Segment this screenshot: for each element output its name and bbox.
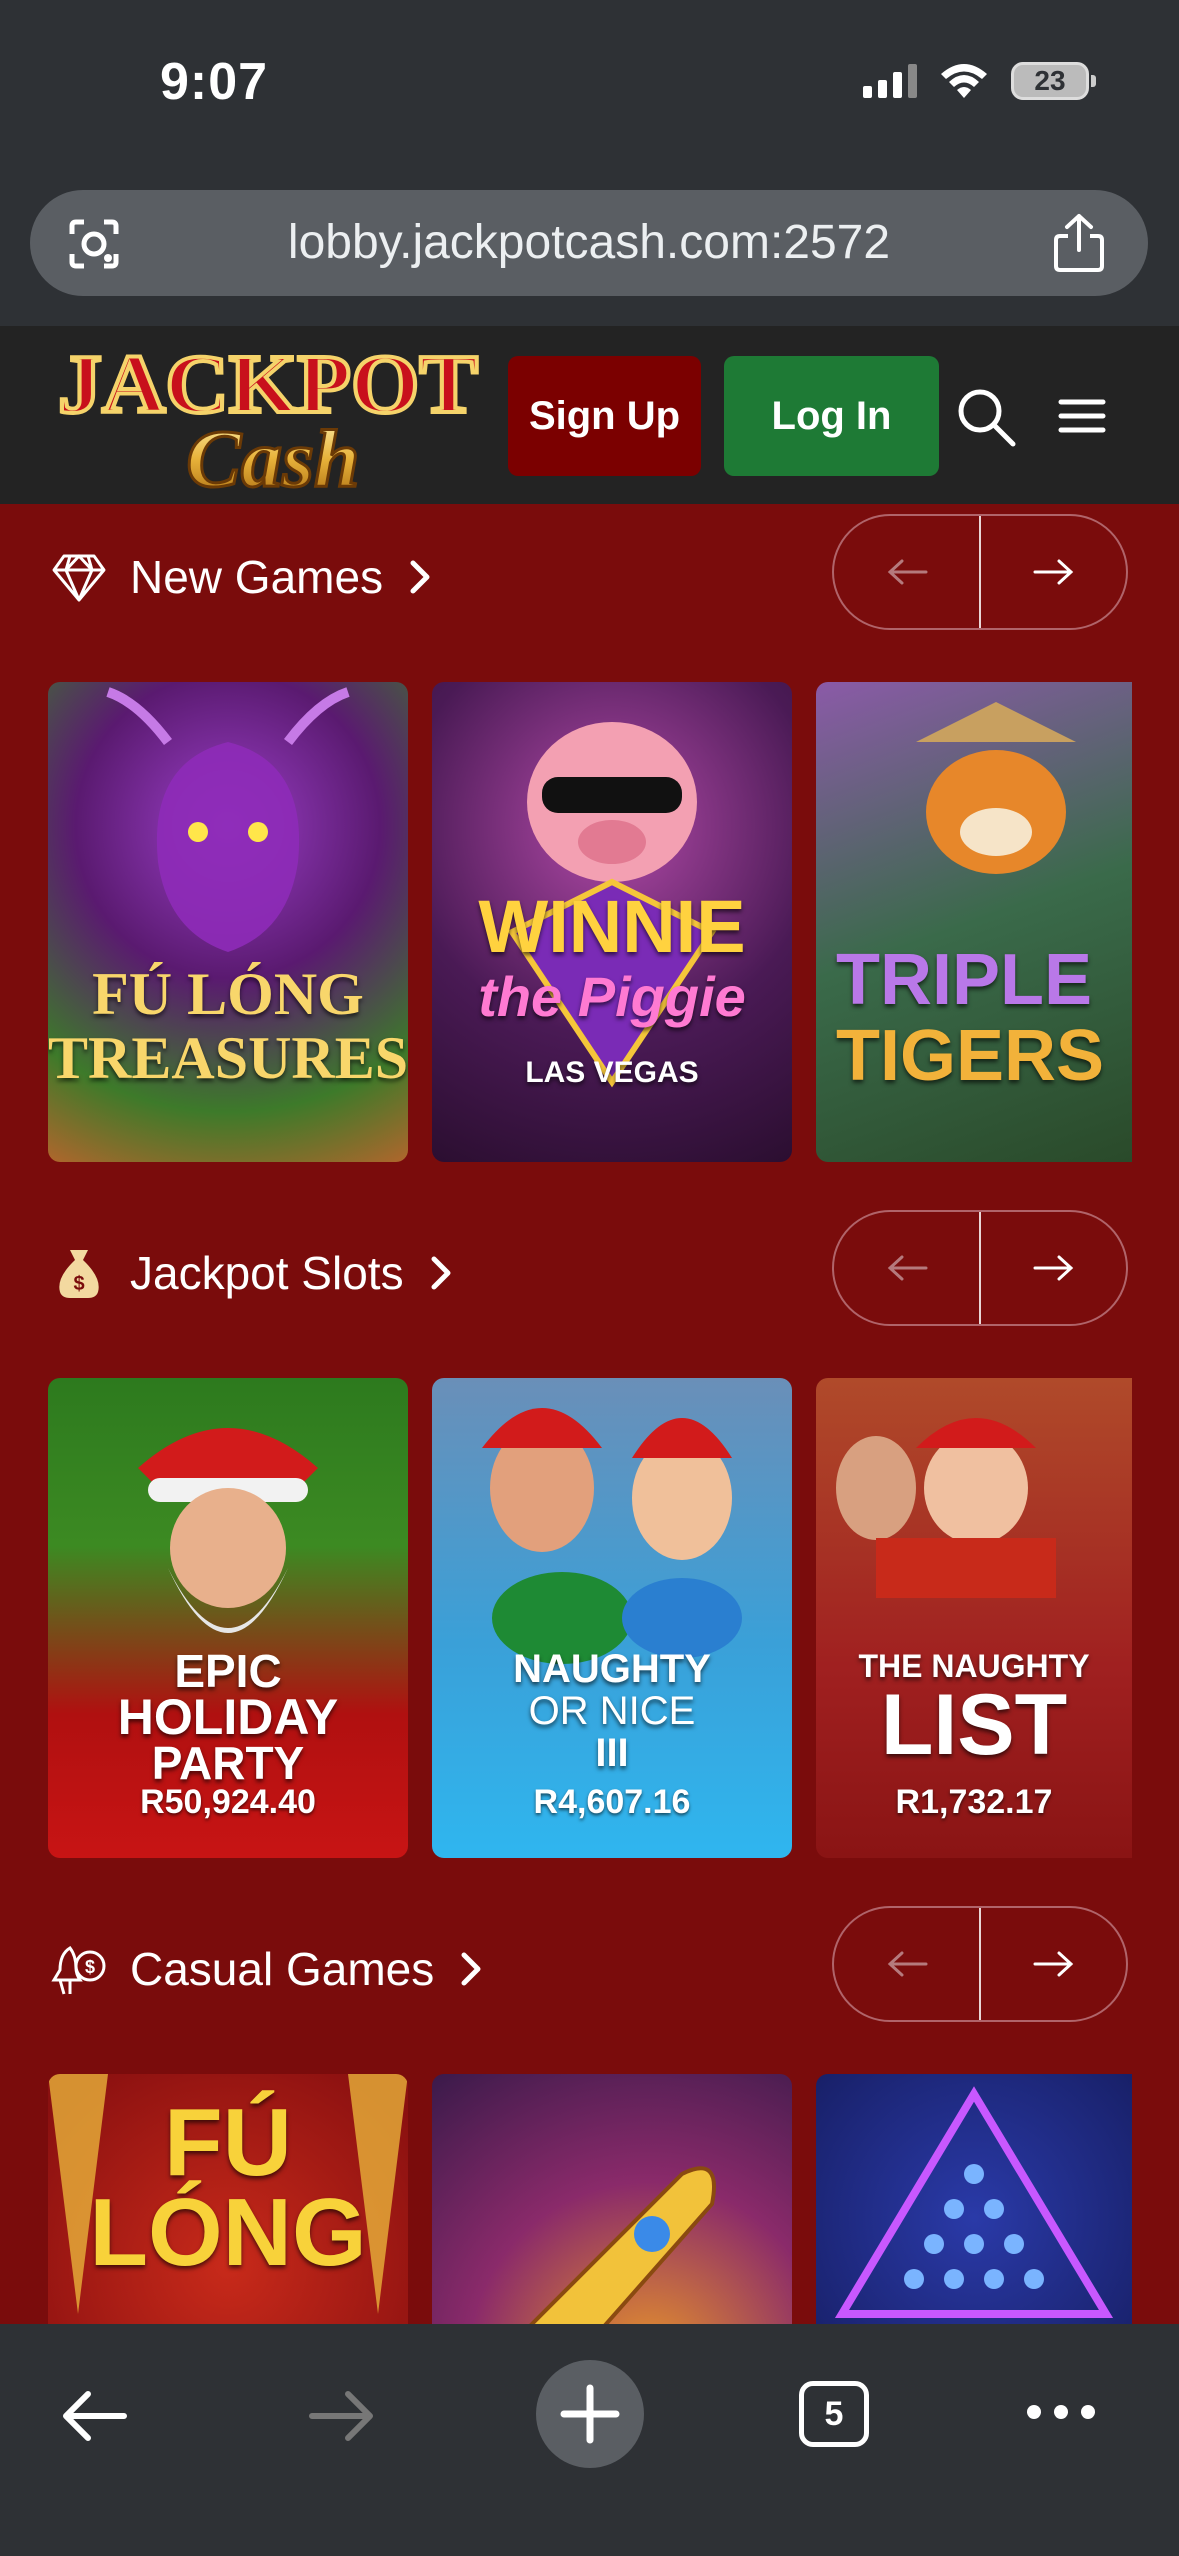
cellular-signal-icon: [863, 64, 917, 98]
carousel-prev-button[interactable]: [834, 1908, 979, 2020]
jackpot-amount: R4,607.16: [533, 1783, 691, 1821]
game-tile-fu-long-treasures[interactable]: FÚ LÓNG TREASURES: [48, 682, 408, 1162]
plus-icon: [560, 2384, 620, 2444]
carousel-prev-button[interactable]: [834, 516, 979, 628]
game-tile-winnie-the-piggie[interactable]: WINNIE the Piggie LAS VEGAS: [432, 682, 792, 1162]
arrow-right-icon: [1033, 559, 1073, 585]
game-tile-the-naughty-list[interactable]: THE NAUGHTY LIST R1,732.17: [816, 1378, 1132, 1858]
money-bag-icon: $: [59, 1250, 99, 1298]
url-text[interactable]: lobby.jackpotcash.com:2572: [30, 190, 1148, 296]
search-icon[interactable]: [955, 386, 1017, 448]
carousel-next-button[interactable]: [979, 1908, 1126, 2020]
new-tab-button[interactable]: [536, 2360, 644, 2468]
section-title-new-games: New Games: [130, 551, 384, 603]
sign-up-button[interactable]: Sign Up: [508, 356, 701, 476]
carousel-prev-button[interactable]: [834, 1212, 979, 1324]
carousel-next-button[interactable]: [979, 516, 1126, 628]
carousel-pager-new-games: [832, 514, 1128, 630]
more-options-icon[interactable]: [1024, 2400, 1098, 2424]
rocket-artwork: [529, 2166, 716, 2324]
carousel-pager-casual-games: [832, 1906, 1128, 2022]
game-tile-epic-holiday-party[interactable]: EPIC HOLIDAY PARTY R50,924.40: [48, 1378, 408, 1858]
svg-text:$: $: [85, 1957, 95, 1977]
browser-toolbar: 5: [0, 2324, 1179, 2556]
arrow-left-icon: [887, 559, 927, 585]
arrow-right-icon: [1033, 1255, 1073, 1281]
game-tile-triple-tigers[interactable]: TRIPLE TIGERS: [816, 682, 1132, 1162]
game-tile-rocket-game[interactable]: [432, 2074, 792, 2324]
carousel-next-button[interactable]: [979, 1212, 1126, 1324]
forward-arrow-icon[interactable]: [306, 2386, 378, 2446]
arrow-left-icon: [887, 1255, 927, 1281]
tabs-button[interactable]: 5: [799, 2381, 869, 2447]
status-time: 9:07: [160, 53, 269, 111]
status-icons: 23: [863, 62, 1096, 100]
game-tile-plinko-neon[interactable]: [816, 2074, 1132, 2324]
game-row-casual-games: FÚ LÓNG: [48, 2074, 1132, 2324]
log-in-button[interactable]: Log In: [724, 356, 939, 476]
jackpot-cash-logo[interactable]: JACKPOT Cash: [48, 334, 488, 498]
chevron-right-icon: [410, 560, 430, 594]
game-row-jackpot-slots: EPIC HOLIDAY PARTY R50,924.40 NAUGHTY OR…: [48, 1378, 1132, 1858]
neon-pyramid-artwork: [834, 2086, 1114, 2318]
address-bar[interactable]: lobby.jackpotcash.com:2572: [30, 190, 1148, 296]
arrow-left-icon: [887, 1951, 927, 1977]
svg-text:Cash: Cash: [186, 413, 359, 498]
diamond-icon: [52, 554, 106, 602]
battery-icon: 23: [1011, 62, 1096, 100]
hamburger-menu-icon[interactable]: [1057, 396, 1107, 436]
back-arrow-icon[interactable]: [58, 2386, 130, 2446]
svg-text:$: $: [73, 1273, 84, 1295]
share-icon[interactable]: [1050, 212, 1108, 274]
status-bar: 9:07 23: [0, 0, 1179, 170]
jackpot-amount: R50,924.40: [140, 1783, 316, 1821]
wifi-icon: [941, 64, 987, 98]
game-row-new-games: FÚ LÓNG TREASURES WINNIE the Piggie LAS …: [48, 682, 1132, 1162]
casual-games-icon: $: [51, 1946, 106, 1995]
carousel-pager-jackpot-slots: [832, 1210, 1128, 1326]
section-header-jackpot-slots[interactable]: $ Jackpot Slots: [50, 1244, 456, 1302]
game-tile-fu-long-plinko[interactable]: FÚ LÓNG: [48, 2074, 408, 2324]
jackpot-amount: R1,732.17: [895, 1783, 1053, 1821]
chevron-right-icon: [431, 1256, 451, 1290]
site-header: JACKPOT Cash Sign Up Log In: [0, 326, 1179, 504]
game-lobby: New Games FÚ LÓNG TREASURES WINNIE the P…: [0, 504, 1179, 2324]
game-tile-naughty-or-nice-iii[interactable]: NAUGHTY OR NICE III R4,607.16: [432, 1378, 792, 1858]
chevron-right-icon: [461, 1952, 481, 1986]
arrow-right-icon: [1033, 1951, 1073, 1977]
section-header-casual-games[interactable]: $ Casual Games: [50, 1940, 486, 1998]
section-title-casual-games: Casual Games: [130, 1943, 435, 1995]
section-title-jackpot-slots: Jackpot Slots: [130, 1247, 404, 1299]
section-header-new-games[interactable]: New Games: [50, 548, 435, 606]
